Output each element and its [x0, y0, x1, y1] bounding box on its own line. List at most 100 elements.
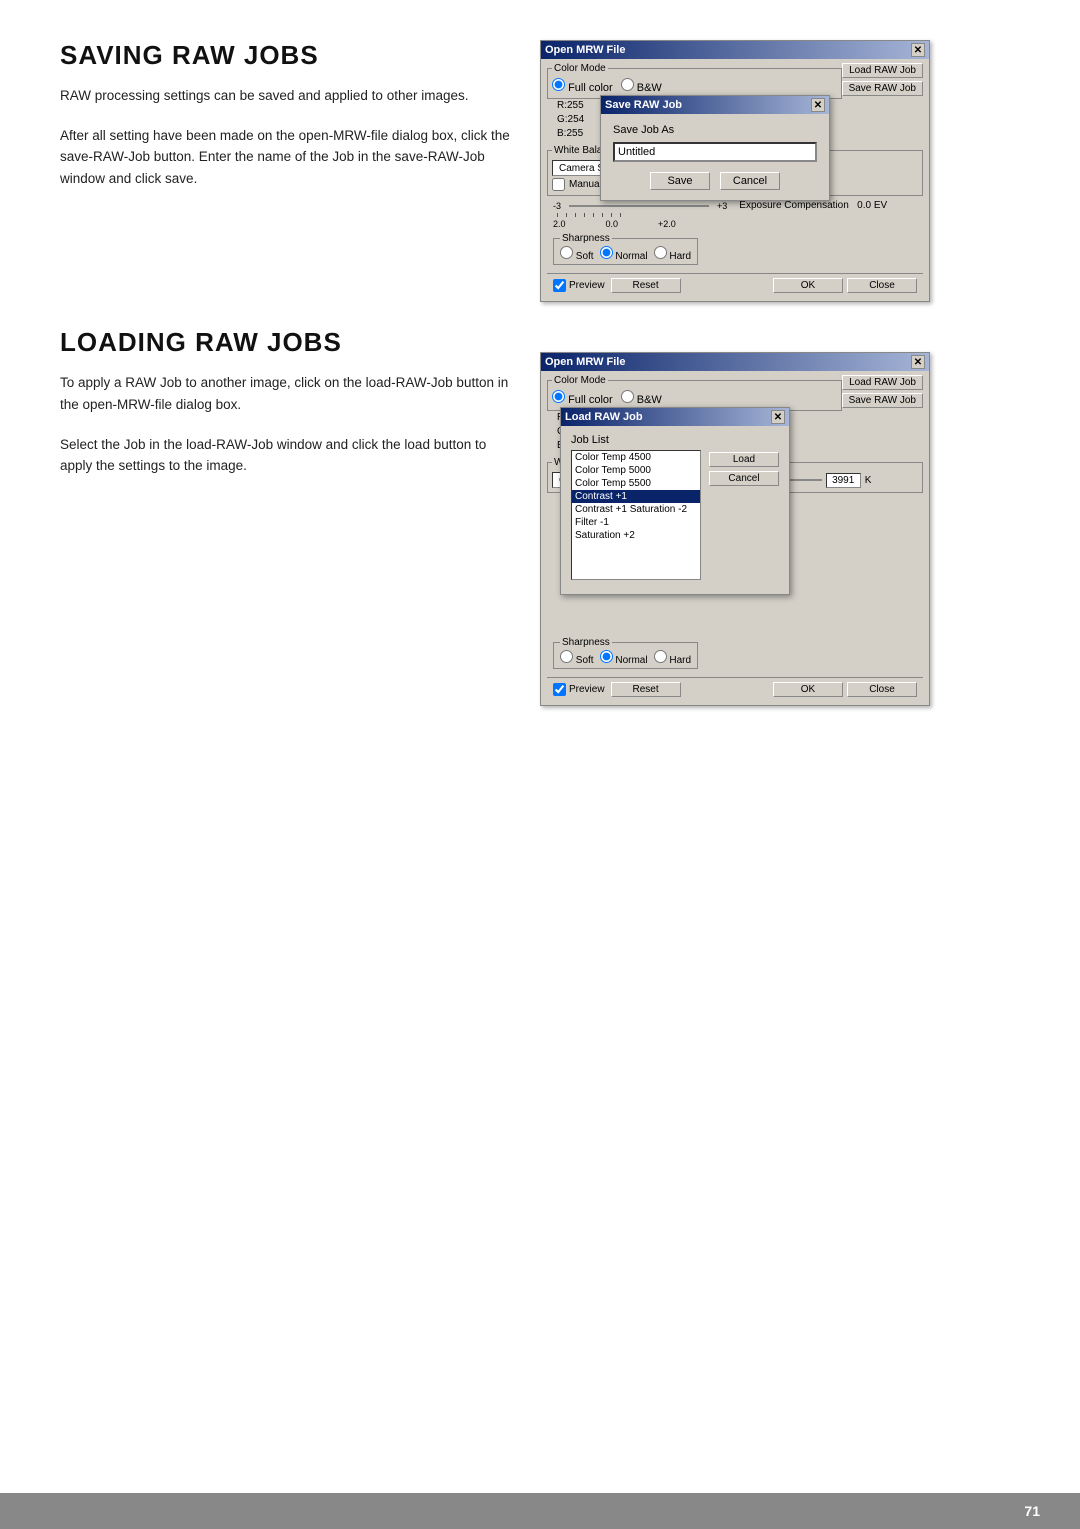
- preview-checkbox-2[interactable]: [553, 683, 566, 696]
- tick-marks: [557, 213, 621, 217]
- sharpness-row-2: Sharpness Soft Normal Hard: [553, 637, 917, 669]
- load-raw-close-btn[interactable]: ✕: [771, 410, 785, 424]
- preview-check-label-2[interactable]: Preview: [553, 683, 605, 696]
- tick8: [620, 213, 621, 217]
- bottom-bar: Preview Reset OK Close: [547, 273, 923, 297]
- job-name-input[interactable]: [613, 142, 817, 162]
- minus3-label: -3: [553, 201, 561, 211]
- tick7: [611, 213, 612, 217]
- open-mrw-titlebar: Open MRW File ✕: [541, 41, 929, 59]
- left-column: SAVING RAW JOBS RAW processing settings …: [60, 40, 540, 1493]
- color-mode-radio-row: Full color B&W: [552, 78, 837, 94]
- job-list-container[interactable]: Color Temp 4500 Color Temp 5000 Color Te…: [571, 450, 701, 580]
- color-mode-legend-2: Color Mode: [552, 375, 608, 386]
- load-raw-job-btn-2[interactable]: Load RAW Job: [842, 375, 923, 390]
- val-row: 2.0 0.0 +2.0: [553, 219, 917, 229]
- loading-section: LOADING RAW JOBS To apply a RAW Job to a…: [60, 327, 510, 476]
- k-value-display-2: 3991: [826, 473, 861, 488]
- reset-btn-2[interactable]: Reset: [611, 682, 681, 697]
- hard-label[interactable]: Hard: [654, 246, 691, 262]
- save-raw-dialog: Save RAW Job ✕ Save Job As Save Cancel: [600, 95, 830, 201]
- page-number: 71: [1024, 1503, 1040, 1519]
- save-raw-close-btn[interactable]: ✕: [811, 98, 825, 112]
- color-mode-legend: Color Mode: [552, 63, 608, 74]
- load-raw-dialog: Load RAW Job ✕ Job List Color Temp 4500 …: [560, 407, 790, 595]
- job-list-area: Color Temp 4500 Color Temp 5000 Color Te…: [571, 450, 701, 586]
- ok-btn[interactable]: OK: [773, 278, 843, 293]
- load-raw-title: Load RAW Job: [565, 411, 643, 423]
- full-color-radio[interactable]: [552, 78, 565, 91]
- preview-checkbox[interactable]: [553, 279, 566, 292]
- sharpness-group: Sharpness Soft Normal Hard: [553, 233, 698, 265]
- plus3-label: +3: [717, 201, 727, 211]
- saving-section: SAVING RAW JOBS RAW processing settings …: [60, 40, 510, 189]
- list-item[interactable]: Color Temp 5000: [572, 464, 700, 477]
- normal-label-2[interactable]: Normal: [600, 650, 648, 666]
- preview-check-label[interactable]: Preview: [553, 279, 605, 292]
- save-btn[interactable]: Save: [650, 172, 710, 190]
- full-color-radio-label[interactable]: Full color: [552, 78, 613, 94]
- color-mode-group-2: Color Mode Full color B&W: [547, 375, 842, 411]
- hard-label-2[interactable]: Hard: [654, 650, 691, 666]
- save-job-as-label: Save Job As: [613, 124, 817, 136]
- save-cancel-row: Save Cancel: [613, 172, 817, 190]
- save-cancel-btn[interactable]: Cancel: [720, 172, 780, 190]
- list-item[interactable]: Color Temp 5500: [572, 477, 700, 490]
- open-mrw-close-btn[interactable]: ✕: [911, 43, 925, 57]
- top-buttons: Load RAW Job Save RAW Job: [842, 63, 923, 96]
- full-color-radio-2[interactable]: [552, 390, 565, 403]
- list-item[interactable]: Contrast +1: [572, 490, 700, 503]
- load-raw-content: Color Temp 4500 Color Temp 5000 Color Te…: [571, 450, 779, 586]
- bw-radio-label[interactable]: B&W: [621, 78, 662, 94]
- page-footer: 71: [0, 1493, 1080, 1529]
- full-color-radio-label-2[interactable]: Full color: [552, 390, 613, 406]
- open-mrw-title: Open MRW File: [545, 44, 625, 56]
- loading-para1: To apply a RAW Job to another image, cli…: [60, 372, 510, 415]
- open-mrw-close-btn-2[interactable]: ✕: [911, 355, 925, 369]
- bottom-bar-right-2: OK Close: [773, 682, 917, 697]
- bw-radio[interactable]: [621, 78, 634, 91]
- top-buttons-2: Load RAW Job Save RAW Job: [842, 375, 923, 408]
- spacer: [60, 247, 510, 327]
- tick1: [557, 213, 558, 217]
- manual-setting-check[interactable]: [552, 178, 565, 191]
- first-dialog-group: Open MRW File ✕ Color Mode: [540, 40, 1040, 302]
- save-raw-title: Save RAW Job: [605, 99, 682, 111]
- ok-btn-2[interactable]: OK: [773, 682, 843, 697]
- close-btn-2[interactable]: Close: [847, 682, 917, 697]
- load-raw-job-btn[interactable]: Load RAW Job: [842, 63, 923, 78]
- sharpness-group-2: Sharpness Soft Normal Hard: [553, 637, 698, 669]
- soft-label[interactable]: Soft: [560, 246, 594, 262]
- list-item[interactable]: Color Temp 4500: [572, 451, 700, 464]
- job-list-header: Job List: [571, 434, 779, 446]
- second-dialog-group: Open MRW File ✕ Color Mode: [540, 352, 1040, 706]
- normal-label[interactable]: Normal: [600, 246, 648, 262]
- load-btn[interactable]: Load: [709, 452, 779, 467]
- load-cancel-btn[interactable]: Cancel: [709, 471, 779, 486]
- saving-title: SAVING RAW JOBS: [60, 40, 510, 71]
- content-area: SAVING RAW JOBS RAW processing settings …: [0, 0, 1080, 1493]
- mrw-bottom: -3 +3 Exposure Compensation 0.0 EV: [547, 200, 923, 273]
- list-item[interactable]: Saturation +2: [572, 529, 700, 542]
- sharpness-row: Sharpness Soft Normal Hard: [553, 233, 917, 265]
- bw-radio-2[interactable]: [621, 390, 634, 403]
- save-raw-job-btn-2[interactable]: Save RAW Job: [842, 393, 923, 408]
- list-item[interactable]: Contrast +1 Saturation -2: [572, 503, 700, 516]
- soft-label-2[interactable]: Soft: [560, 650, 594, 666]
- k-unit-2: K: [865, 475, 872, 486]
- close-btn[interactable]: Close: [847, 278, 917, 293]
- right-column: Open MRW File ✕ Color Mode: [540, 40, 1040, 1493]
- save-raw-titlebar: Save RAW Job ✕: [601, 96, 829, 114]
- tick3: [575, 213, 576, 217]
- save-raw-job-btn[interactable]: Save RAW Job: [842, 81, 923, 96]
- exposure-slider[interactable]: [569, 205, 709, 207]
- color-mode-group: Color Mode Full color B&W: [547, 63, 842, 99]
- bw-radio-label-2[interactable]: B&W: [621, 390, 662, 406]
- loading-para2: Select the Job in the load-RAW-Job windo…: [60, 434, 510, 477]
- reset-btn[interactable]: Reset: [611, 278, 681, 293]
- tick2: [566, 213, 567, 217]
- tick4: [584, 213, 585, 217]
- saving-para1: RAW processing settings can be saved and…: [60, 85, 510, 107]
- list-item[interactable]: Filter -1: [572, 516, 700, 529]
- mrw-bottom-2: Sharpness Soft Normal Hard: [547, 637, 923, 677]
